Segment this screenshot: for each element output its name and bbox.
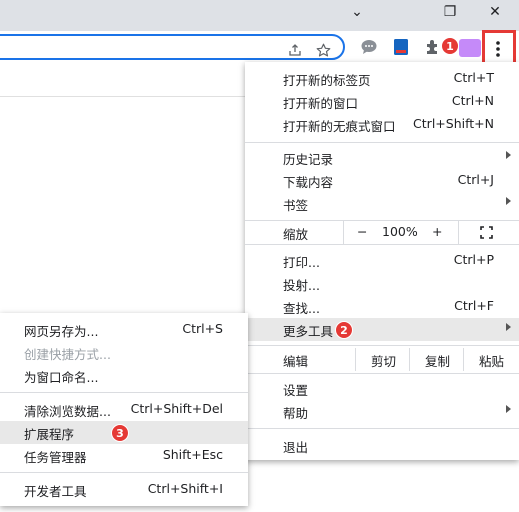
menu-item-label: 扩展程序 bbox=[24, 427, 75, 442]
submenu-item-create-shortcut: 创建快捷方式... bbox=[0, 341, 248, 364]
close-button[interactable]: ✕ bbox=[473, 0, 517, 24]
menu-item-label: 书签 bbox=[283, 198, 309, 213]
step-badge-1: 1 bbox=[441, 37, 459, 55]
menu-item-exit[interactable]: 退出 bbox=[245, 434, 519, 457]
menu-item-label: 查找... bbox=[283, 301, 320, 316]
menu-item-history[interactable]: 历史记录 bbox=[245, 146, 519, 169]
chevron-right-icon bbox=[506, 323, 511, 331]
menu-item-label: 打开新的标签页 bbox=[283, 73, 371, 88]
menu-item-shortcut: Ctrl+N bbox=[451, 93, 494, 108]
menu-item-label: 投射... bbox=[283, 278, 320, 293]
submenu-item-dev-tools[interactable]: 开发者工具 Ctrl+Shift+I bbox=[0, 478, 248, 501]
menu-item-label: 历史记录 bbox=[283, 152, 334, 167]
menu-item-cast[interactable]: 投射... bbox=[245, 272, 519, 295]
menu-item-label: 打印... bbox=[283, 255, 320, 270]
chevron-right-icon bbox=[506, 151, 511, 159]
address-bar[interactable] bbox=[0, 34, 345, 60]
submenu-item-task-manager[interactable]: 任务管理器 Shift+Esc bbox=[0, 444, 248, 467]
step-badge-2: 2 bbox=[335, 321, 353, 339]
menu-item-shortcut: Ctrl+Shift+I bbox=[147, 481, 223, 496]
menu-separator bbox=[0, 392, 248, 393]
cut-button[interactable]: 剪切 bbox=[371, 351, 396, 370]
menu-item-label: 打开新的窗口 bbox=[283, 96, 359, 111]
menu-separator bbox=[245, 428, 519, 429]
menu-item-shortcut: Ctrl+T bbox=[453, 70, 494, 85]
chevron-right-icon bbox=[506, 405, 511, 413]
menu-item-label: 网页另存为... bbox=[24, 324, 99, 339]
title-bar: ⌄ ❐ ✕ bbox=[0, 0, 519, 31]
menu-item-shortcut: Ctrl+Shift+Del bbox=[130, 401, 223, 416]
chat-extension-icon[interactable] bbox=[359, 37, 379, 57]
menu-item-more-tools[interactable]: 更多工具 2 bbox=[245, 318, 519, 341]
menu-separator bbox=[245, 244, 519, 245]
star-icon[interactable] bbox=[315, 42, 331, 58]
menu-item-settings[interactable]: 设置 bbox=[245, 377, 519, 400]
menu-item-label: 任务管理器 bbox=[24, 450, 87, 465]
toolbar: 1 bbox=[0, 31, 519, 63]
zoom-out-button[interactable]: − bbox=[357, 224, 367, 239]
menu-item-label: 开发者工具 bbox=[24, 484, 87, 499]
menu-separator bbox=[245, 345, 519, 346]
paste-button[interactable]: 粘贴 bbox=[479, 351, 504, 370]
zoom-divider bbox=[343, 221, 344, 244]
chevron-right-icon bbox=[506, 197, 511, 205]
submenu-item-extensions[interactable]: 扩展程序 3 bbox=[0, 421, 248, 444]
edit-divider bbox=[409, 348, 410, 371]
menu-item-find[interactable]: 查找... Ctrl+F bbox=[245, 295, 519, 318]
menu-item-label: 退出 bbox=[283, 440, 309, 455]
menu-item-downloads[interactable]: 下载内容 Ctrl+J bbox=[245, 169, 519, 192]
menu-item-shortcut: Ctrl+F bbox=[454, 298, 494, 313]
menu-item-label: 下载内容 bbox=[283, 175, 334, 190]
fullscreen-icon[interactable] bbox=[480, 226, 493, 242]
menu-item-label: 创建快捷方式... bbox=[24, 347, 111, 362]
menu-item-label: 为窗口命名... bbox=[24, 370, 99, 385]
menu-separator bbox=[0, 472, 248, 473]
submenu-item-save-page[interactable]: 网页另存为... Ctrl+S bbox=[0, 318, 248, 341]
zoom-in-button[interactable]: + bbox=[432, 224, 442, 239]
menu-item-print[interactable]: 打印... Ctrl+P bbox=[245, 249, 519, 272]
page-divider bbox=[0, 96, 245, 97]
submenu-item-clear-data[interactable]: 清除浏览数据... Ctrl+Shift+Del bbox=[0, 398, 248, 421]
restore-button[interactable]: ❐ bbox=[428, 0, 472, 24]
edit-divider bbox=[463, 348, 464, 371]
menu-item-label: 帮助 bbox=[283, 406, 309, 421]
menu-item-label: 清除浏览数据... bbox=[24, 404, 111, 419]
edit-divider bbox=[355, 348, 356, 371]
menu-item-shortcut: Ctrl+S bbox=[182, 321, 223, 336]
book-extension-icon[interactable] bbox=[391, 37, 411, 57]
step-badge-3: 3 bbox=[111, 424, 129, 442]
menu-item-edit: 编辑 剪切 复制 粘贴 bbox=[245, 348, 519, 371]
menu-item-new-incognito[interactable]: 打开新的无痕式窗口 Ctrl+Shift+N bbox=[245, 113, 519, 136]
minimize-button[interactable]: ⌄ bbox=[335, 0, 379, 24]
menu-item-shortcut: Ctrl+J bbox=[457, 172, 494, 187]
extensions-puzzle-icon[interactable] bbox=[423, 37, 443, 57]
menu-item-label: 缩放 bbox=[283, 227, 309, 242]
menu-item-zoom: 缩放 − 100% + bbox=[245, 221, 519, 244]
menu-item-new-window[interactable]: 打开新的窗口 Ctrl+N bbox=[245, 90, 519, 113]
zoom-divider bbox=[458, 221, 459, 244]
menu-item-shortcut: Ctrl+Shift+N bbox=[413, 116, 494, 131]
menu-item-bookmarks[interactable]: 书签 bbox=[245, 192, 519, 215]
menu-item-shortcut: Shift+Esc bbox=[162, 447, 223, 462]
menu-item-help[interactable]: 帮助 bbox=[245, 400, 519, 423]
menu-item-label: 设置 bbox=[283, 383, 309, 398]
menu-separator bbox=[245, 373, 519, 374]
menu-separator bbox=[245, 142, 519, 143]
more-tools-submenu: 网页另存为... Ctrl+S 创建快捷方式... 为窗口命名... 清除浏览数… bbox=[0, 313, 248, 506]
menu-item-new-tab[interactable]: 打开新的标签页 Ctrl+T bbox=[245, 67, 519, 90]
menu-item-label: 更多工具 bbox=[283, 324, 334, 339]
copy-button[interactable]: 复制 bbox=[425, 351, 450, 370]
menu-item-label: 打开新的无痕式窗口 bbox=[283, 119, 396, 134]
profile-avatar[interactable] bbox=[459, 39, 481, 57]
share-icon[interactable] bbox=[287, 42, 303, 58]
menu-item-shortcut: Ctrl+P bbox=[453, 252, 494, 267]
chrome-main-menu: 打开新的标签页 Ctrl+T 打开新的窗口 Ctrl+N 打开新的无痕式窗口 C… bbox=[245, 62, 519, 460]
menu-item-label: 编辑 bbox=[283, 354, 309, 369]
submenu-item-name-window[interactable]: 为窗口命名... bbox=[0, 364, 248, 387]
zoom-level: 100% bbox=[382, 224, 418, 239]
